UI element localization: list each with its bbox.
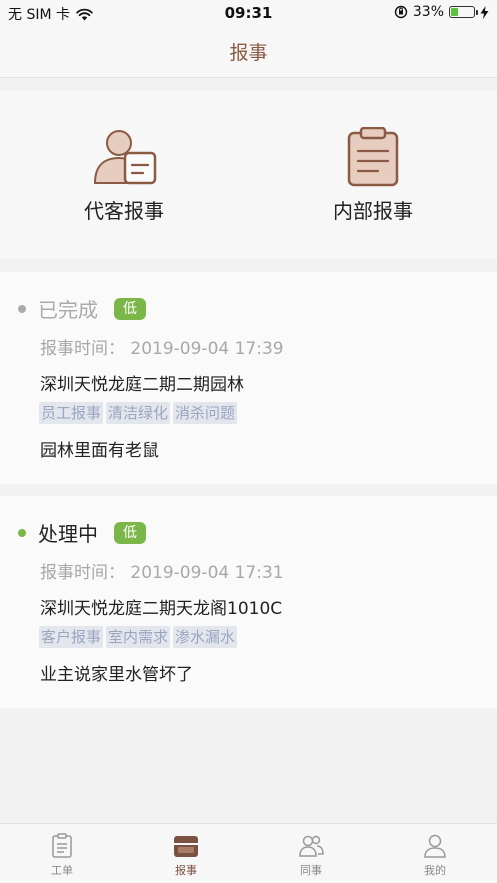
report-icon (174, 836, 198, 857)
tab-colleagues-label: 同事 (300, 864, 322, 877)
report-card[interactable]: 已完成 低 报事时间： 2019-09-04 17:39 深圳天悦龙庭二期二期园… (0, 272, 497, 484)
report-card[interactable]: 处理中 低 报事时间： 2019-09-04 17:31 深圳天悦龙庭二期天龙阁… (0, 496, 497, 708)
charging-icon (480, 5, 489, 19)
status-row: 已完成 低 (18, 294, 146, 323)
tab-report-label: 报事 (175, 864, 197, 877)
report-address: 深圳天悦龙庭二期天龙阁1010C (40, 599, 283, 619)
customer-report-button[interactable]: 代客报事 (0, 91, 248, 259)
report-time: 报事时间： 2019-09-04 17:39 (40, 339, 284, 359)
tag-issue-type: 渗水漏水 (173, 626, 238, 648)
navigation-bar: 报事 (0, 26, 497, 78)
profile-icon (424, 834, 446, 858)
status-dot (18, 304, 26, 313)
internal-report-label: 内部报事 (333, 199, 413, 223)
status-row: 处理中 低 (18, 518, 146, 547)
tag-report-source: 客户报事 (39, 626, 104, 648)
battery-percent: 33% (412, 4, 444, 20)
tag-category: 清洁绿化 (106, 402, 171, 424)
report-description: 业主说家里水管坏了 (40, 665, 193, 685)
tag-category: 室内需求 (106, 626, 171, 648)
quick-actions-panel: 代客报事 内部报事 (0, 91, 497, 259)
customer-report-label: 代客报事 (84, 199, 164, 223)
tag-list: 客户报事 室内需求 渗水漏水 (39, 626, 238, 648)
status-bar: 无 SIM 卡 09:31 33% (0, 0, 497, 26)
tag-list: 员工报事 清洁绿化 消杀问题 (39, 402, 238, 424)
battery-icon (449, 6, 478, 18)
tab-colleagues[interactable]: 同事 (249, 824, 373, 883)
status-text: 处理中 (38, 522, 98, 546)
report-description: 园林里面有老鼠 (40, 441, 159, 461)
status-text: 已完成 (38, 298, 98, 322)
tab-report[interactable]: 报事 (124, 824, 248, 883)
work-order-icon (52, 833, 72, 858)
tag-report-source: 员工报事 (39, 402, 104, 424)
colleagues-icon (299, 835, 324, 857)
priority-badge: 低 (114, 521, 146, 544)
page-title: 报事 (229, 42, 268, 64)
tab-work-order-label: 工单 (51, 864, 73, 877)
report-address: 深圳天悦龙庭二期二期园林 (40, 375, 244, 395)
status-right: 33% (394, 4, 489, 20)
battery-level (451, 8, 459, 16)
tab-profile-label: 我的 (424, 864, 446, 877)
status-dot (18, 528, 26, 537)
tab-bar: 工单 报事 同事 我的 (0, 823, 497, 883)
priority-badge: 低 (114, 297, 146, 320)
customer-report-icon (93, 130, 157, 185)
tag-issue-type: 消杀问题 (173, 402, 238, 424)
clipboard-icon (347, 127, 399, 187)
internal-report-button[interactable]: 内部报事 (249, 91, 497, 259)
tab-profile[interactable]: 我的 (373, 824, 497, 883)
tab-work-order[interactable]: 工单 (0, 824, 124, 883)
report-time: 报事时间： 2019-09-04 17:31 (40, 563, 284, 583)
orientation-lock-icon (394, 5, 408, 19)
